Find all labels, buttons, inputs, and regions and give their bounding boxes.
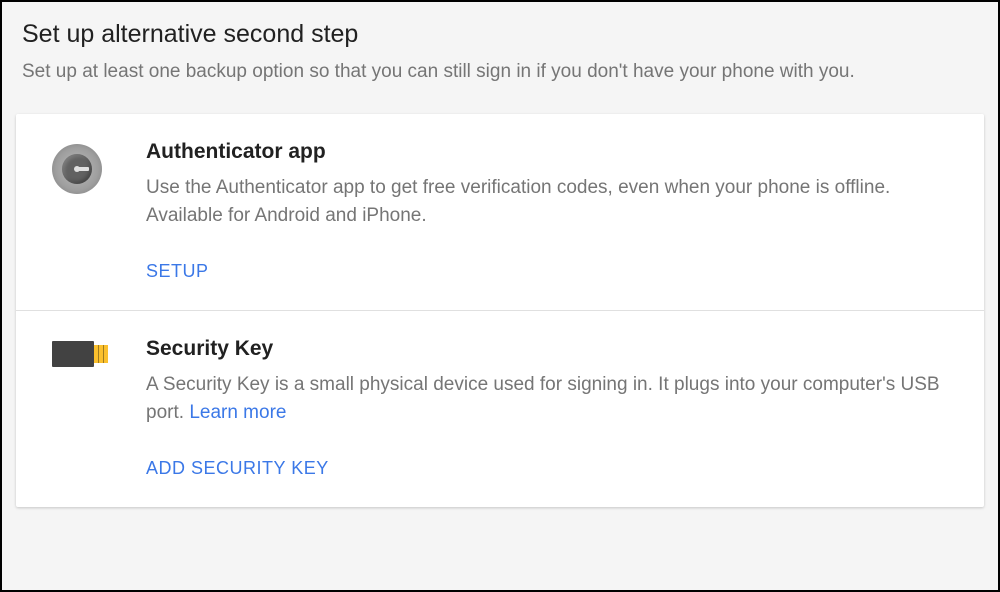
option-description: Use the Authenticator app to get free ve… <box>146 174 954 231</box>
options-card: Authenticator app Use the Authenticator … <box>16 114 984 507</box>
option-description: A Security Key is a small physical devic… <box>146 371 954 428</box>
authenticator-icon <box>52 144 114 194</box>
setup-authenticator-button[interactable]: SETUP <box>146 261 209 282</box>
option-title: Security Key <box>146 337 954 361</box>
page-subtitle: Set up at least one backup option so tha… <box>22 59 978 86</box>
page-title: Set up alternative second step <box>22 20 978 49</box>
option-security-key: Security Key A Security Key is a small p… <box>16 310 984 507</box>
learn-more-link[interactable]: Learn more <box>189 402 286 423</box>
option-title: Authenticator app <box>146 140 954 164</box>
option-authenticator: Authenticator app Use the Authenticator … <box>16 114 984 310</box>
panel-header: Set up alternative second step Set up at… <box>2 2 998 114</box>
security-key-icon <box>52 341 114 367</box>
settings-panel: Set up alternative second step Set up at… <box>0 0 1000 592</box>
option-body: Authenticator app Use the Authenticator … <box>146 140 954 282</box>
option-body: Security Key A Security Key is a small p… <box>146 337 954 479</box>
add-security-key-button[interactable]: ADD SECURITY KEY <box>146 458 329 479</box>
